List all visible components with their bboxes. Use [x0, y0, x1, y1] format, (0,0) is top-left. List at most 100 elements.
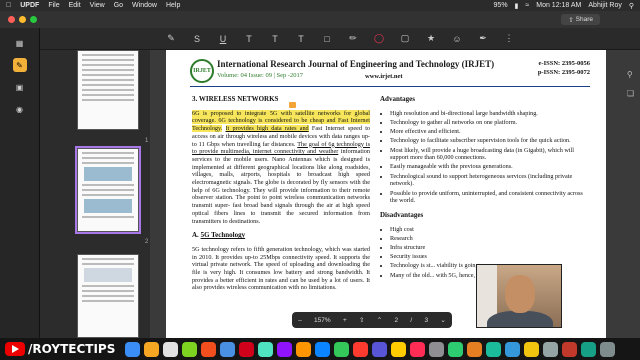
macos-dock: /ROYTECTIPS	[0, 338, 640, 360]
wifi-icon[interactable]: ≈	[525, 2, 529, 9]
comment-mode-icon[interactable]: ▣	[13, 80, 27, 94]
battery-percent[interactable]: 95%	[494, 2, 508, 9]
thumbnail-page-3[interactable]	[77, 254, 139, 338]
menu-view[interactable]: View	[90, 2, 105, 9]
dock-app-icon[interactable]	[410, 341, 426, 357]
dock-app-icon[interactable]	[429, 341, 445, 357]
eraser-tool-icon[interactable]: ◯	[372, 33, 386, 44]
channel-name: /ROYTECTIPS	[28, 342, 116, 356]
channel-watermark: /ROYTECTIPS	[5, 342, 115, 356]
traffic-lights	[8, 16, 41, 23]
menu-go[interactable]: Go	[114, 2, 123, 9]
dock-app-icon[interactable]	[315, 341, 331, 357]
journal-volume: Volume: 04 Issue: 09 | Sep -2017	[217, 72, 304, 79]
shape-tool-icon[interactable]: ▢	[398, 33, 412, 44]
list-item: Technology to facilitate subscriber supe…	[390, 137, 587, 145]
current-page[interactable]: 2	[395, 317, 399, 324]
list-item: Technology to gather all networks on one…	[390, 119, 587, 127]
close-window-button[interactable]	[8, 16, 15, 23]
paragraph-5g: 5G technology refers to fifth generation…	[192, 245, 370, 292]
dock-app-icon[interactable]	[125, 341, 141, 357]
dock-app-icon[interactable]	[296, 341, 312, 357]
dock-app-icon[interactable]	[334, 341, 350, 357]
highlighted-underlined-text[interactable]: It provides high data rates and	[225, 125, 309, 133]
paragraph-wireless: 6G is proposed to integrate 5G with sate…	[192, 109, 370, 226]
zoom-level[interactable]: 157%	[314, 317, 331, 324]
subsection-heading: A. 5G Technology	[192, 231, 370, 240]
document-viewer[interactable]: IRJET International Research Journal of …	[150, 50, 640, 338]
menu-file[interactable]: File	[48, 2, 59, 9]
dock-app-icon[interactable]	[144, 341, 160, 357]
dock-app-icon[interactable]	[562, 341, 578, 357]
page-separator: /	[410, 316, 413, 324]
sticker-tool-icon[interactable]: ☺	[450, 34, 464, 44]
callout-tool[interactable]: T	[294, 34, 308, 44]
subsection-title: 5G Technology	[200, 231, 246, 240]
textbox-tool[interactable]: T	[268, 34, 282, 44]
dock-app-icon[interactable]	[372, 341, 388, 357]
pencil-tool-icon[interactable]: ✏	[346, 33, 360, 44]
user-name[interactable]: Abhijit Roy	[588, 2, 621, 9]
dock-app-icon[interactable]	[220, 341, 236, 357]
minimize-window-button[interactable]	[19, 16, 26, 23]
thumbnail-page-2[interactable]	[75, 146, 141, 234]
section-heading: 3. WIRELESS NETWORKS	[192, 95, 279, 103]
zoom-in-icon[interactable]: +	[343, 317, 347, 324]
clock[interactable]: Mon 12:18 AM	[536, 2, 581, 9]
total-pages: 3	[424, 316, 429, 324]
dock-app-icon[interactable]	[353, 341, 369, 357]
apple-icon[interactable]: 	[6, 2, 11, 9]
dock-app-icon[interactable]	[239, 341, 255, 357]
thumbnail-number: 2	[145, 239, 149, 245]
webcam-overlay	[476, 264, 562, 328]
dock-app-icon[interactable]	[581, 341, 597, 357]
menu-window[interactable]: Window	[132, 2, 157, 9]
search-doc-icon[interactable]: ⚲	[627, 70, 634, 79]
dock-app-icon[interactable]	[201, 341, 217, 357]
zoom-out-icon[interactable]: –	[298, 317, 302, 324]
more-tools-icon[interactable]: ⋮	[502, 33, 516, 44]
subsection-prefix: A.	[192, 231, 199, 240]
dock-app-icon[interactable]	[505, 341, 521, 357]
menu-extras: 95% ▮ ≈ Mon 12:18 AM Abhijit Roy ⚲	[487, 2, 634, 10]
zoom-window-button[interactable]	[30, 16, 37, 23]
underline-tool[interactable]: U	[216, 34, 230, 44]
battery-icon[interactable]: ▮	[515, 2, 519, 10]
dock-app-icon[interactable]	[524, 341, 540, 357]
reader-mode-icon[interactable]: ✎	[12, 58, 27, 72]
bookmark-icon[interactable]: ❏	[627, 89, 634, 98]
next-page-icon[interactable]: ⌄	[440, 316, 445, 324]
pdf-page[interactable]: IRJET International Research Journal of …	[166, 50, 606, 338]
prev-page-icon[interactable]: ⌃	[377, 316, 382, 324]
strikethrough-tool[interactable]: S	[190, 34, 204, 44]
menu-edit[interactable]: Edit	[69, 2, 81, 9]
thumbnail-page-1[interactable]	[77, 50, 139, 130]
menu-help[interactable]: Help	[166, 2, 180, 9]
list-item: More effective and efficient.	[390, 128, 587, 136]
text-tool[interactable]: T	[242, 34, 256, 44]
stamp-tool-icon[interactable]: ★	[424, 33, 438, 44]
organize-pages-icon[interactable]: ◉	[13, 102, 27, 116]
dock-app-icon[interactable]	[543, 341, 559, 357]
dock-app-icon[interactable]	[182, 341, 198, 357]
dock-app-icon[interactable]	[467, 341, 483, 357]
dock-app-icon[interactable]	[486, 341, 502, 357]
menu-app-name[interactable]: UPDF	[20, 2, 39, 9]
dock-app-icon[interactable]	[258, 341, 274, 357]
dock-app-icon[interactable]	[600, 341, 616, 357]
dock-app-icon[interactable]	[391, 341, 407, 357]
note-tool-icon[interactable]: □	[320, 34, 334, 44]
zoom-page-bar: – 157% + ⇧ ⌃ 2 / 3 ⌄	[292, 312, 452, 328]
dock-app-icon[interactable]	[448, 341, 464, 357]
dock-app-icon[interactable]	[163, 341, 179, 357]
share-button[interactable]: ⇧ Share	[561, 14, 600, 25]
sidebar-toggle-icon[interactable]: ▦	[13, 36, 27, 50]
search-icon[interactable]: ⚲	[629, 2, 634, 10]
share-label: Share	[575, 16, 593, 23]
highlight-tool-icon[interactable]: ✎	[164, 33, 178, 44]
eissn: e-ISSN: 2395-0056	[538, 60, 590, 67]
first-page-icon[interactable]: ⇧	[359, 316, 364, 324]
signature-tool-icon[interactable]: ✒	[476, 33, 490, 44]
dock-app-icon[interactable]	[277, 341, 293, 357]
annotation-toolbar: ✎ S U T T T □ ✏ ◯ ▢ ★ ☺ ✒ ⋮	[40, 28, 640, 50]
